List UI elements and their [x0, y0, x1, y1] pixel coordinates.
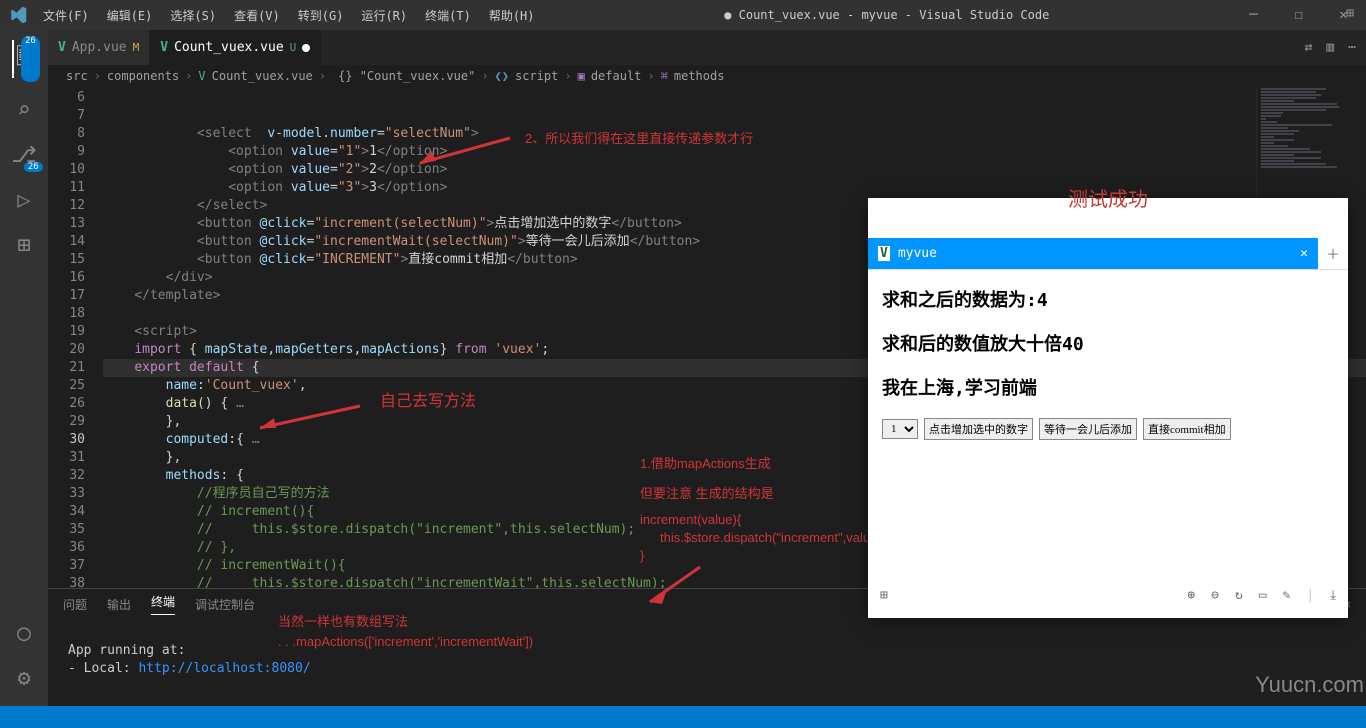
preview-tab[interactable]: V myvue ✕	[868, 238, 1318, 269]
vue-file-icon: V	[58, 40, 66, 55]
breadcrumb[interactable]: src› components› VCount_vuex.vue› {} "Co…	[48, 65, 1366, 87]
search-icon[interactable]: ⌕	[17, 98, 30, 123]
line-numbers: 67891011121314151617181920 21 25 26 29 3…	[48, 87, 103, 588]
run-debug-icon[interactable]: ▷	[17, 188, 30, 213]
vue-file-icon: V	[160, 40, 168, 55]
preview-wait-button[interactable]: 等待一会儿后添加	[1039, 418, 1137, 440]
preview-panel: 测试成功 V myvue ✕ ＋ 求和之后的数据为:4 求和后的数值放大十倍40…	[868, 198, 1348, 618]
arrow-icon	[250, 398, 370, 438]
layout-toggle-icon[interactable]: ⊞	[1346, 6, 1354, 21]
tab-count-vuex[interactable]: V Count_vuex.vue U	[150, 30, 321, 65]
add-tab-icon[interactable]: ＋	[1318, 238, 1348, 269]
terminal-body[interactable]: 当然一样也有数组写法 . . .mapActions(['increment',…	[48, 619, 1366, 706]
close-icon[interactable]: ✕	[1321, 7, 1366, 23]
split-editor-icon[interactable]: ▥	[1326, 40, 1334, 55]
panel-tab-problems[interactable]: 问题	[63, 596, 87, 613]
fullscreen-icon[interactable]: ▭	[1259, 588, 1267, 603]
extensions-icon[interactable]: ⊞	[17, 233, 30, 258]
preview-banner: 测试成功	[868, 183, 1348, 212]
watermark: Yuucn.com	[1255, 672, 1364, 698]
arrow-icon	[410, 133, 520, 173]
explorer-icon[interactable]: 🗎26	[12, 40, 34, 78]
zoom-in-icon[interactable]: ⊕	[1187, 588, 1195, 603]
annotation: . . .mapActions(['increment','incrementW…	[278, 633, 533, 651]
activity-bar: 🗎26 ⌕ ⎇26 ▷ ⊞ ◯ ⚙	[0, 30, 48, 706]
module-icon: ▣	[578, 69, 585, 83]
annotation-mapactions-2: 但要注意 生成的结构是	[640, 483, 774, 502]
title-bar: 文件(F) 编辑(E) 选择(S) 查看(V) 转到(G) 运行(R) 终端(T…	[0, 0, 1366, 30]
annotation-mapactions-5: }	[640, 548, 644, 563]
panel-tab-debug[interactable]: 调试控制台	[195, 596, 255, 613]
compare-changes-icon[interactable]: ⇄	[1305, 40, 1313, 55]
edit-icon[interactable]: ✎	[1283, 588, 1291, 603]
rotate-icon[interactable]: ↻	[1235, 588, 1243, 603]
method-icon: ⌘	[661, 69, 668, 83]
download-icon[interactable]: ⤓	[1330, 588, 1336, 603]
zoom-out-icon[interactable]: ⊖	[1211, 588, 1219, 603]
more-actions-icon[interactable]: ⋯	[1348, 40, 1356, 55]
annotation-2: 2、所以我们得在这里直接传递参数才行	[525, 128, 753, 147]
preview-multiply-label: 求和后的数值放大十倍40	[882, 330, 1334, 356]
vue-icon: V	[878, 246, 890, 261]
preview-location-label: 我在上海,学习前端	[882, 374, 1334, 400]
maximize-icon[interactable]: ☐	[1276, 7, 1321, 23]
preview-commit-button[interactable]: 直接commit相加	[1143, 418, 1231, 440]
source-control-icon[interactable]: ⎇26	[11, 143, 36, 168]
scm-badge: 26	[24, 162, 43, 172]
menu-view[interactable]: 查看(V)	[226, 3, 288, 28]
status-bar[interactable]	[0, 706, 1366, 728]
preview-toolbar: ⊞ ⊕ ⊖ ↻ ▭ ✎ | ⤓	[868, 580, 1348, 610]
tab-app-vue[interactable]: V App.vue M	[48, 30, 150, 65]
annotation: 当然一样也有数组写法	[278, 613, 408, 631]
unsaved-dot-icon	[302, 44, 310, 52]
close-tab-icon[interactable]: ✕	[1300, 246, 1308, 261]
minimize-icon[interactable]: ─	[1231, 7, 1276, 23]
panel-tab-output[interactable]: 输出	[107, 596, 131, 613]
vscode-logo-icon	[0, 6, 35, 24]
settings-gear-icon[interactable]: ⚙	[17, 666, 30, 691]
menu-select[interactable]: 选择(S)	[162, 3, 224, 28]
arrow-icon	[640, 562, 720, 612]
annotation-mapactions-1: 1.借助mapActions生成	[640, 453, 771, 472]
grid-icon[interactable]: ⊞	[880, 588, 888, 603]
editor-tabs: V App.vue M V Count_vuex.vue U ⇄ ▥ ⋯	[48, 30, 1366, 65]
preview-increment-button[interactable]: 点击增加选中的数字	[924, 418, 1033, 440]
menu-edit[interactable]: 编辑(E)	[99, 3, 161, 28]
menu-help[interactable]: 帮助(H)	[481, 3, 543, 28]
annotation-self-write: 自己去写方法	[380, 387, 476, 411]
menu-goto[interactable]: 转到(G)	[290, 3, 352, 28]
annotation-mapactions-3: increment(value){	[640, 512, 741, 527]
window-title: ● Count_vuex.vue - myvue - Visual Studio…	[543, 8, 1232, 22]
menu-run[interactable]: 运行(R)	[353, 3, 415, 28]
menu-terminal[interactable]: 终端(T)	[417, 3, 479, 28]
script-icon: ❮❯	[495, 69, 509, 83]
menu-file[interactable]: 文件(F)	[35, 3, 97, 28]
menu-bar: 文件(F) 编辑(E) 选择(S) 查看(V) 转到(G) 运行(R) 终端(T…	[35, 3, 543, 28]
local-url-link[interactable]: http://localhost:8080/	[138, 661, 310, 676]
preview-number-select[interactable]: 1	[882, 419, 918, 439]
account-icon[interactable]: ◯	[17, 621, 30, 646]
panel-tab-terminal[interactable]: 终端	[151, 593, 175, 615]
preview-content: 求和之后的数据为:4 求和后的数值放大十倍40 我在上海,学习前端 1 点击增加…	[868, 270, 1348, 456]
preview-sum-label: 求和之后的数据为:4	[882, 286, 1334, 312]
annotation-mapactions-4: this.$store.dispatch("increment",value)	[660, 530, 882, 545]
